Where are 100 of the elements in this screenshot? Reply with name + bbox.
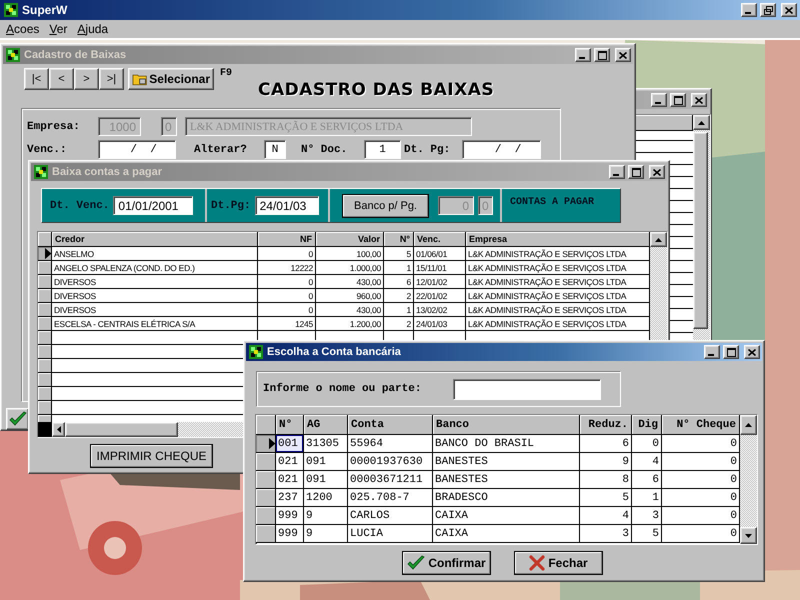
column-header[interactable]: N° xyxy=(276,415,304,435)
minimize-button[interactable] xyxy=(741,3,757,17)
column-header[interactable]: Dig xyxy=(632,415,662,435)
table-cell: BANESTES xyxy=(433,453,580,471)
close-button[interactable] xyxy=(744,345,760,359)
date-field[interactable]: 24/01/03 xyxy=(254,196,319,215)
column-header[interactable]: Reduz. xyxy=(580,415,632,435)
folder-icon xyxy=(132,72,148,86)
row-indicator[interactable] xyxy=(38,289,52,303)
check-button[interactable] xyxy=(6,408,29,430)
scroll-thumb[interactable] xyxy=(65,422,178,437)
row-indicator[interactable] xyxy=(38,331,52,345)
table-cell: 001 xyxy=(276,435,304,453)
maximize-button[interactable] xyxy=(628,165,644,179)
column-header[interactable]: NF xyxy=(258,232,316,247)
row-indicator[interactable] xyxy=(38,373,52,387)
field-label: Alterar? xyxy=(194,144,248,156)
column-header[interactable]: Conta xyxy=(348,415,433,435)
nav-button[interactable]: > xyxy=(74,68,99,90)
maximize-button[interactable] xyxy=(723,345,739,359)
table-cell: DIVERSOS xyxy=(52,289,258,303)
row-indicator[interactable] xyxy=(38,387,52,401)
row-indicator[interactable] xyxy=(256,471,276,489)
header-corner xyxy=(38,232,52,247)
close-button[interactable] xyxy=(615,48,631,62)
table-cell: 00001937630 xyxy=(348,453,433,471)
row-indicator[interactable] xyxy=(38,345,52,359)
date-field[interactable]: 01/01/2001 xyxy=(113,196,194,215)
scroll-up-button[interactable] xyxy=(693,115,710,130)
table-cell: 0 xyxy=(258,247,316,261)
scroll-left-button[interactable] xyxy=(52,422,65,437)
column-header[interactable]: Valor xyxy=(316,232,384,247)
input-field[interactable]: / / xyxy=(462,140,541,159)
bank-button[interactable]: Banco p/ Pg. xyxy=(342,194,429,218)
close-button[interactable] xyxy=(781,3,797,17)
header-corner xyxy=(256,415,276,435)
minimize-button[interactable] xyxy=(609,165,625,179)
menu-item[interactable]: Ver xyxy=(49,22,68,36)
maximize-button[interactable] xyxy=(670,93,686,107)
row-indicator[interactable] xyxy=(38,261,52,275)
column-header[interactable]: N° Cheque xyxy=(662,415,740,435)
table-cell: 430,00 xyxy=(316,303,384,317)
select-button[interactable]: Selecionar xyxy=(128,68,214,90)
scrollbar[interactable] xyxy=(740,415,757,544)
scrollbar[interactable] xyxy=(693,115,710,341)
close-button[interactable] xyxy=(691,93,707,107)
window-title: Cadastro de Baixas xyxy=(24,49,126,61)
scroll-thumb[interactable] xyxy=(693,132,708,329)
menu-item[interactable]: Ajuda xyxy=(77,22,108,36)
row-indicator[interactable] xyxy=(38,317,52,331)
table-cell: 1245 xyxy=(258,317,316,331)
scroll-up-button[interactable] xyxy=(740,415,757,435)
input-field[interactable]: 1 xyxy=(364,140,401,159)
column-header[interactable]: Banco xyxy=(433,415,580,435)
maximize-button[interactable] xyxy=(594,48,610,62)
confirm-button[interactable]: Confirmar xyxy=(402,551,491,575)
maximize-icon xyxy=(598,50,606,60)
row-indicator[interactable] xyxy=(256,435,276,453)
row-indicator[interactable] xyxy=(256,507,276,525)
minimize-button[interactable] xyxy=(651,93,667,107)
minimize-button[interactable] xyxy=(704,345,720,359)
nav-button[interactable]: < xyxy=(49,68,74,90)
column-header[interactable]: Credor xyxy=(52,232,258,247)
close-button[interactable] xyxy=(649,165,665,179)
column-header[interactable]: Venc. xyxy=(414,232,466,247)
close-icon xyxy=(785,6,793,14)
search-field[interactable] xyxy=(453,378,601,400)
input-field[interactable]: / / xyxy=(98,140,176,159)
restore-button[interactable] xyxy=(760,3,776,17)
shortcut-label: F9 xyxy=(220,68,232,79)
row-indicator[interactable] xyxy=(38,401,52,415)
check-icon xyxy=(8,411,26,427)
scroll-up-button[interactable] xyxy=(650,232,667,247)
column-header[interactable]: N° xyxy=(384,232,414,247)
app-title: SuperW xyxy=(22,3,68,17)
pointer-icon xyxy=(44,248,51,260)
close-icon xyxy=(619,52,627,58)
nav-button[interactable]: >| xyxy=(99,68,124,90)
row-indicator[interactable] xyxy=(38,359,52,373)
nav-button[interactable]: |< xyxy=(24,68,49,90)
column-header[interactable]: AG xyxy=(304,415,348,435)
print-button[interactable]: IMPRIMIR CHEQUE xyxy=(90,444,213,468)
table-cell: DIVERSOS xyxy=(52,303,258,317)
table-cell: 5 xyxy=(580,489,632,507)
row-indicator[interactable] xyxy=(256,453,276,471)
close-button[interactable]: Fechar xyxy=(514,551,603,575)
row-indicator[interactable] xyxy=(38,275,52,289)
input-field[interactable]: N xyxy=(264,140,286,159)
table-cell: 960,00 xyxy=(316,289,384,303)
row-indicator[interactable] xyxy=(256,489,276,507)
row-indicator[interactable] xyxy=(38,247,52,261)
maximize-icon xyxy=(674,96,682,104)
table-cell: 9 xyxy=(580,453,632,471)
row-indicator[interactable] xyxy=(256,525,276,543)
column-header[interactable]: Empresa xyxy=(466,232,650,247)
minimize-button[interactable] xyxy=(575,48,591,62)
menu-item[interactable]: Acoes xyxy=(6,22,40,36)
row-indicator[interactable] xyxy=(38,303,52,317)
table-cell: 9 xyxy=(304,525,348,543)
scroll-down-button[interactable] xyxy=(740,527,757,544)
